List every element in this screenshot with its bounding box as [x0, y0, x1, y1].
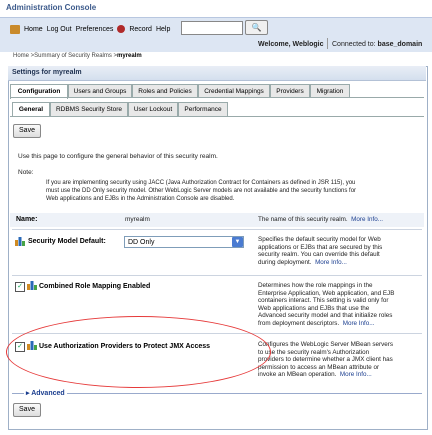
note-line-1: If you are implementing security using J…	[46, 180, 356, 186]
header-divider	[327, 38, 328, 49]
group-icon	[27, 281, 37, 290]
name-label: Name:	[16, 216, 38, 223]
tab-providers[interactable]: Providers	[270, 84, 310, 98]
preferences-link[interactable]: Preferences	[76, 26, 114, 33]
combined-help-line: Advanced security model and that initial…	[258, 312, 393, 320]
advanced-divider	[12, 393, 422, 394]
group-icon	[15, 237, 25, 246]
breadcrumb-path[interactable]: Home >Summary of Security Realms >	[13, 53, 117, 59]
intro-text: Use this page to configure the general b…	[18, 153, 218, 160]
subtab-performance[interactable]: Performance	[178, 102, 228, 116]
combined-help-line: containers interact. This setting is val…	[258, 297, 389, 305]
chevron-down-icon[interactable]: ▼	[232, 237, 243, 247]
jmx-help-line: invoke an MBean operation. More Info...	[258, 371, 393, 379]
save-button-bottom[interactable]: Save	[13, 403, 41, 417]
combined-help-line: Web applications and EJBs that use the	[258, 304, 370, 312]
jmx-help-last: invoke an MBean operation.	[258, 371, 337, 379]
combined-role-label: Combined Role Mapping Enabled	[39, 283, 151, 290]
model-help-line: applications or EJBs that are secured by…	[258, 243, 383, 251]
security-model-select[interactable]: DD Only	[124, 236, 244, 248]
window-title: Administration Console	[6, 3, 97, 12]
jmx-help: Configures the WebLogic Server MBean ser…	[258, 341, 393, 379]
highlight-ellipse	[6, 316, 271, 388]
model-help: Specifies the default security model for…	[258, 236, 382, 266]
jmx-more-info-link[interactable]: More Info...	[340, 371, 372, 378]
note-label: Note:	[18, 169, 34, 176]
combined-help-line: from deployment descriptors. More Info..…	[258, 320, 394, 328]
model-help-last: during deployment.	[258, 258, 312, 266]
model-help-line: during deployment. More Info...	[258, 259, 382, 267]
model-help-line: Specifies the default security model for…	[258, 236, 381, 243]
home-icon[interactable]	[10, 24, 20, 34]
model-help-line: security realm. You can override this de…	[258, 251, 380, 259]
tab-users-groups[interactable]: Users and Groups	[68, 84, 132, 98]
name-value: myrealm	[125, 216, 150, 223]
welcome-text: Welcome, Weblogic	[258, 41, 324, 48]
title-bar: Administration Console	[0, 0, 432, 17]
logout-link[interactable]: Log Out	[47, 26, 72, 33]
search-button[interactable]: 🔍	[245, 20, 268, 35]
name-more-info-link[interactable]: More Info...	[351, 216, 383, 223]
advanced-section: ▸ Advanced	[12, 389, 422, 398]
panel-header: Settings for myrealm	[8, 66, 426, 81]
record-link[interactable]: Record	[129, 26, 152, 33]
combined-help-last: from deployment descriptors.	[258, 319, 340, 327]
breadcrumb: Home >Summary of Security Realms >myreal…	[13, 53, 142, 59]
tab-roles-policies[interactable]: Roles and Policies	[132, 84, 198, 98]
panel-title: Settings for myrealm	[12, 69, 82, 76]
security-model-label: Security Model Default:	[28, 238, 106, 245]
combined-role-checkbox[interactable]: ✓	[15, 282, 25, 292]
connected-prefix: Connected to:	[332, 41, 376, 48]
save-button[interactable]: Save	[13, 124, 41, 138]
advanced-label: Advanced	[31, 390, 65, 397]
subtab-underline	[10, 116, 424, 117]
name-help-text: The name of this security realm.	[258, 216, 348, 223]
model-more-info-link[interactable]: More Info...	[315, 259, 347, 266]
name-help: The name of this security realm. More In…	[258, 216, 383, 224]
top-nav: Home Log Out Preferences Record Help	[10, 22, 170, 36]
combined-help-line: Enterprise Application, Web application,…	[258, 289, 395, 297]
record-icon[interactable]	[117, 25, 126, 33]
advanced-toggle[interactable]: ▸ Advanced	[24, 389, 67, 397]
breadcrumb-current: myrealm	[117, 53, 142, 59]
subtab-user-lockout[interactable]: User Lockout	[128, 102, 178, 116]
subtab-rdbms[interactable]: RDBMS Security Store	[50, 102, 128, 116]
row-divider	[12, 275, 422, 276]
domain-name: base_domain	[377, 41, 423, 48]
search-input[interactable]	[181, 21, 243, 35]
jmx-help-line: permission to access an MBean attribute …	[258, 363, 380, 371]
connected-text: Connected to: base_domain	[332, 41, 422, 48]
jmx-help-line: providers to determine whether a JMX cli…	[258, 356, 393, 364]
jmx-help-line: to use the security realm's Authorizatio…	[258, 348, 370, 356]
combined-help: Determines how the role mappings in the …	[258, 282, 394, 328]
note-line-3: Web applications and EJBs in the Adminis…	[46, 196, 235, 202]
subtab-general[interactable]: General	[12, 102, 50, 117]
home-link[interactable]: Home	[24, 26, 43, 33]
tab-credential-mappings[interactable]: Credential Mappings	[198, 84, 270, 98]
tab-underline	[10, 97, 424, 98]
tab-migration[interactable]: Migration	[310, 84, 350, 98]
combined-help-line: Determines how the role mappings in the	[258, 282, 373, 289]
row-divider	[12, 229, 422, 230]
note-line-2: must use the DD Only security model. Oth…	[46, 188, 357, 194]
search-icon: 🔍	[251, 23, 262, 32]
combined-more-info-link[interactable]: More Info...	[343, 320, 375, 327]
help-link[interactable]: Help	[156, 26, 170, 33]
jmx-help-line: Configures the WebLogic Server MBean ser…	[258, 341, 393, 348]
